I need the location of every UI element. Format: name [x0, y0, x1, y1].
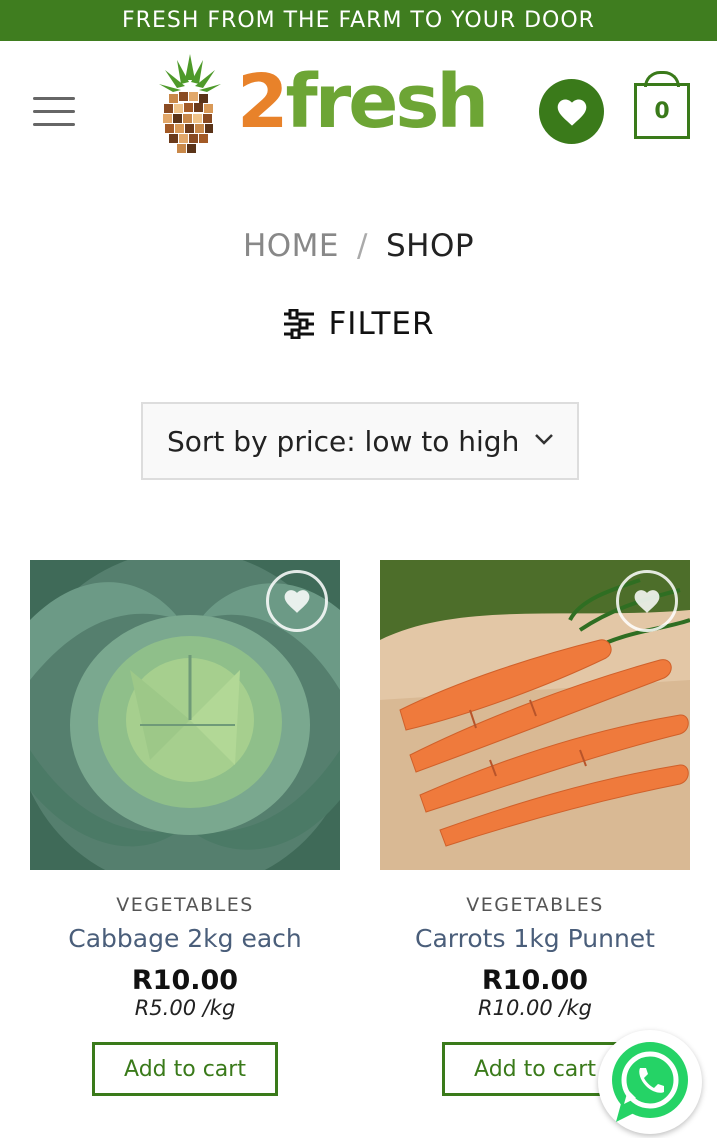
product-card: VEGETABLES Carrots 1kg Punnet R10.00 R10… — [380, 560, 690, 1096]
product-price: R10.00 — [131, 965, 239, 996]
breadcrumb: HOME / SHOP — [0, 228, 717, 264]
breadcrumb-home[interactable]: HOME — [243, 228, 339, 264]
promo-text: FRESH FROM THE FARM TO YOUR DOOR — [122, 8, 595, 33]
menu-icon[interactable] — [33, 97, 75, 127]
add-to-cart-button[interactable]: Add to cart — [92, 1042, 278, 1096]
product-unit-price: R5.00 /kg — [134, 996, 236, 1020]
product-price: R10.00 — [481, 965, 589, 996]
chevron-down-icon — [535, 434, 553, 445]
promo-bar: FRESH FROM THE FARM TO YOUR DOOR — [0, 0, 717, 41]
product-unit-price: R10.00 /kg — [478, 996, 592, 1020]
product-category[interactable]: VEGETABLES — [380, 894, 690, 916]
heart-icon — [557, 98, 586, 126]
whatsapp-button[interactable] — [598, 1030, 702, 1134]
filter-button[interactable]: FILTER — [0, 306, 717, 342]
wishlist-toggle[interactable] — [266, 570, 328, 632]
sort-selected: Sort by price: low to high — [167, 424, 520, 458]
product-name[interactable]: Carrots 1kg Punnet — [380, 924, 690, 953]
logo-text: 2fresh — [237, 59, 489, 145]
wishlist-button[interactable] — [539, 79, 604, 144]
pineapple-icon — [159, 54, 221, 153]
product-category[interactable]: VEGETABLES — [30, 894, 340, 916]
product-name[interactable]: Cabbage 2kg each — [30, 924, 340, 953]
filter-icon — [284, 309, 315, 339]
filter-label: FILTER — [328, 306, 435, 342]
whatsapp-icon — [612, 1042, 688, 1122]
product-card: VEGETABLES Cabbage 2kg each R10.00 R5.00… — [30, 560, 340, 1096]
product-image-cabbage[interactable] — [30, 560, 340, 870]
breadcrumb-separator: / — [357, 228, 368, 264]
sort-select[interactable]: Sort by price: low to high — [141, 402, 579, 480]
header: 2fresh 0 — [0, 41, 717, 181]
wishlist-toggle[interactable] — [616, 570, 678, 632]
cart-button[interactable]: 0 — [634, 83, 690, 139]
cart-count: 0 — [654, 98, 670, 124]
breadcrumb-current: SHOP — [385, 228, 475, 264]
logo[interactable]: 2fresh — [157, 51, 489, 161]
heart-icon — [634, 590, 660, 613]
product-image-carrots[interactable] — [380, 560, 690, 870]
heart-icon — [284, 590, 310, 613]
